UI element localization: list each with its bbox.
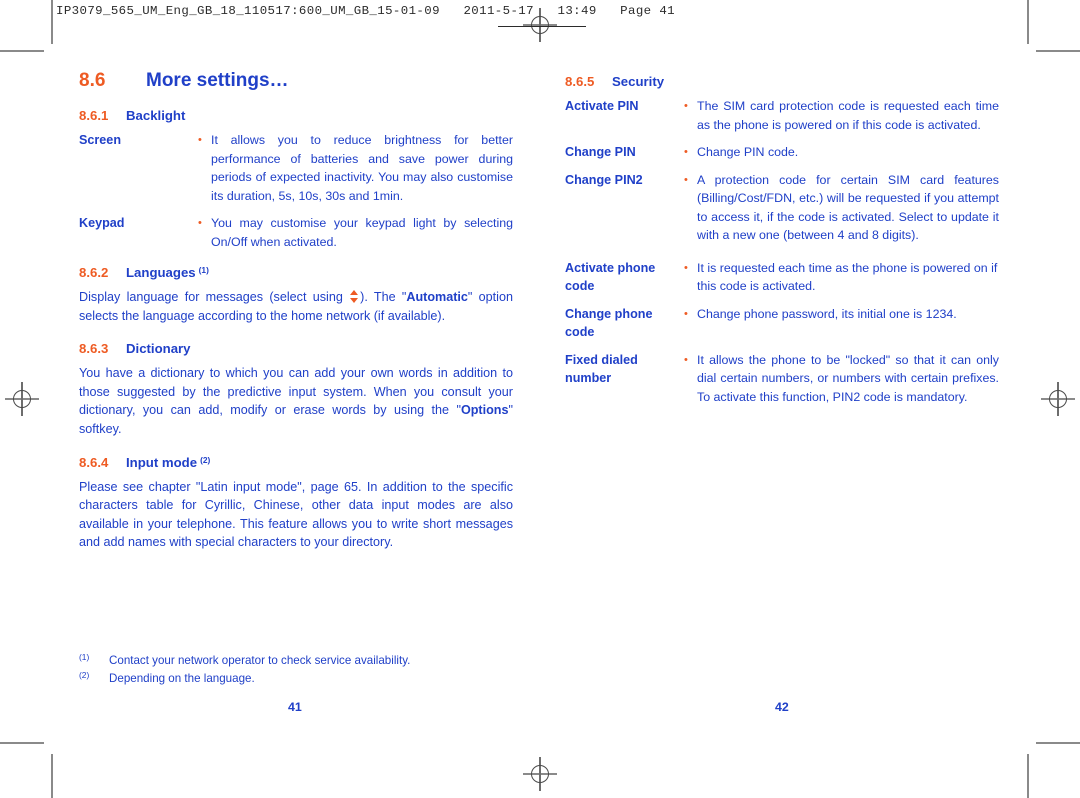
subsection-number: 8.6.2 [79, 265, 109, 280]
subsection-heading-input-mode: 8.6.4 Input mode (2) [79, 455, 513, 470]
definition-row-change-pin2: Change PIN2 A protection code for certai… [565, 171, 999, 245]
footnote-item: (1) Contact your network operator to che… [79, 652, 513, 670]
footnote-mark: (1) [79, 652, 90, 662]
subsection-title: Input mode [126, 454, 198, 470]
definition-description-text: The SIM card protection code is requeste… [697, 99, 999, 132]
crop-mark-top-right-horizontal [1036, 50, 1080, 52]
right-column: 8.6.5 Security Activate PIN The SIM card… [565, 74, 999, 415]
subsection-number: 8.6.4 [79, 454, 109, 470]
crop-mark-bottom-right-vertical [1027, 754, 1029, 798]
definition-term: Change PIN [565, 145, 636, 159]
definition-description: Change phone password, its initial one i… [683, 305, 999, 342]
languages-text-part2: ). The " [360, 290, 407, 304]
section-title: More settings… [146, 70, 289, 91]
subsection-title: Backlight [126, 108, 186, 123]
subsection-heading-languages: 8.6.2 Languages (1) [79, 265, 513, 280]
subsection-title: Dictionary [126, 341, 191, 357]
definition-description-text: It allows the phone to be "locked" so th… [697, 352, 999, 404]
dictionary-paragraph: You have a dictionary to which you can a… [79, 364, 513, 438]
definition-row-change-phone-code: Change phone code Change phone password,… [565, 305, 999, 342]
definition-row-screen: Screen It allows you to reduce brightnes… [79, 131, 513, 205]
languages-text-part1: Display language for messages (select us… [79, 290, 350, 304]
up-down-arrow-icon [350, 290, 359, 303]
dictionary-text-part1: You have a dictionary to which you can a… [79, 366, 513, 418]
footnote-mark: (2) [79, 670, 90, 680]
definition-description: It allows the phone to be "locked" so th… [683, 351, 999, 407]
registration-mark-right [1041, 382, 1075, 416]
definition-description: The SIM card protection code is requeste… [683, 97, 999, 134]
footnote-reference: (2) [200, 454, 211, 465]
definition-description: You may customise your keypad light by s… [197, 214, 513, 251]
definition-description-text: A protection code for certain SIM card f… [697, 172, 999, 243]
subsection-number: 8.6.1 [79, 108, 109, 123]
registration-mark-bottom-center [523, 757, 557, 791]
crop-mark-top-left-vertical [51, 0, 53, 44]
definition-term: Keypad [79, 216, 125, 230]
definition-description-text: You may customise your keypad light by s… [211, 216, 513, 249]
definition-term: Fixed dialed number [565, 352, 638, 386]
page-number-left: 41 [288, 700, 302, 714]
definition-term: Change phone code [565, 306, 653, 340]
footnote-text: Depending on the language. [109, 672, 255, 685]
subsection-heading-backlight: 8.6.1 Backlight [79, 108, 513, 123]
languages-bold-term: Automatic [406, 290, 468, 304]
definition-term: Activate phone code [565, 260, 656, 294]
crop-mark-bottom-left-vertical [51, 754, 53, 798]
left-column: 8.6 More settings… 8.6.1 Backlight Scree… [79, 70, 513, 566]
subsection-number: 8.6.5 [565, 74, 595, 89]
header-date-underline [498, 26, 586, 27]
subsection-heading-security: 8.6.5 Security [565, 74, 999, 89]
footnotes: (1) Contact your network operator to che… [79, 652, 513, 688]
section-heading-8-6: 8.6 More settings… [79, 70, 513, 92]
input-mode-paragraph: Please see chapter "Latin input mode", p… [79, 479, 513, 550]
definition-term: Change PIN2 [565, 172, 643, 187]
footnote-reference: (1) [198, 265, 209, 275]
definition-description: It allows you to reduce brightness for b… [197, 131, 513, 205]
crop-mark-bottom-left-horizontal [0, 742, 44, 744]
subsection-title: Security [612, 74, 665, 89]
page-number-right: 42 [775, 700, 789, 714]
definition-description: It is requested each time as the phone i… [683, 259, 999, 296]
definition-description: A protection code for certain SIM card f… [683, 171, 999, 245]
definition-term: Screen [79, 133, 122, 147]
definition-term: Activate PIN [565, 99, 639, 113]
print-job-header: IP3079_565_UM_Eng_GB_18_110517:600_UM_GB… [56, 4, 676, 18]
definition-description-text: It is requested each time as the phone i… [697, 260, 998, 294]
definition-description-text: Change PIN code. [697, 145, 799, 159]
crop-mark-top-left-horizontal [0, 50, 44, 52]
subsection-heading-dictionary: 8.6.3 Dictionary [79, 341, 513, 356]
definition-row-activate-phone-code: Activate phone code It is requested each… [565, 259, 999, 296]
definition-description: Change PIN code. [683, 143, 999, 162]
definition-row-activate-pin: Activate PIN The SIM card protection cod… [565, 97, 999, 134]
crop-mark-top-right-vertical [1027, 0, 1029, 44]
definition-row-keypad: Keypad You may customise your keypad lig… [79, 214, 513, 251]
definition-description-text: Change phone password, its initial one i… [697, 306, 957, 321]
footnote-text: Contact your network operator to check s… [109, 654, 411, 667]
dictionary-bold-term: Options [460, 403, 509, 418]
subsection-number: 8.6.3 [79, 341, 109, 357]
registration-mark-left [5, 382, 39, 416]
crop-mark-bottom-right-horizontal [1036, 742, 1080, 744]
languages-paragraph: Display language for messages (select us… [79, 288, 513, 325]
definition-row-fixed-dialed-number: Fixed dialed number It allows the phone … [565, 351, 999, 407]
footnote-item: (2) Depending on the language. [79, 670, 513, 688]
definition-description-text: It allows you to reduce brightness for b… [211, 133, 513, 203]
subsection-title: Languages [126, 265, 196, 280]
definition-row-change-pin: Change PIN Change PIN code. [565, 143, 999, 162]
section-number: 8.6 [79, 70, 106, 91]
